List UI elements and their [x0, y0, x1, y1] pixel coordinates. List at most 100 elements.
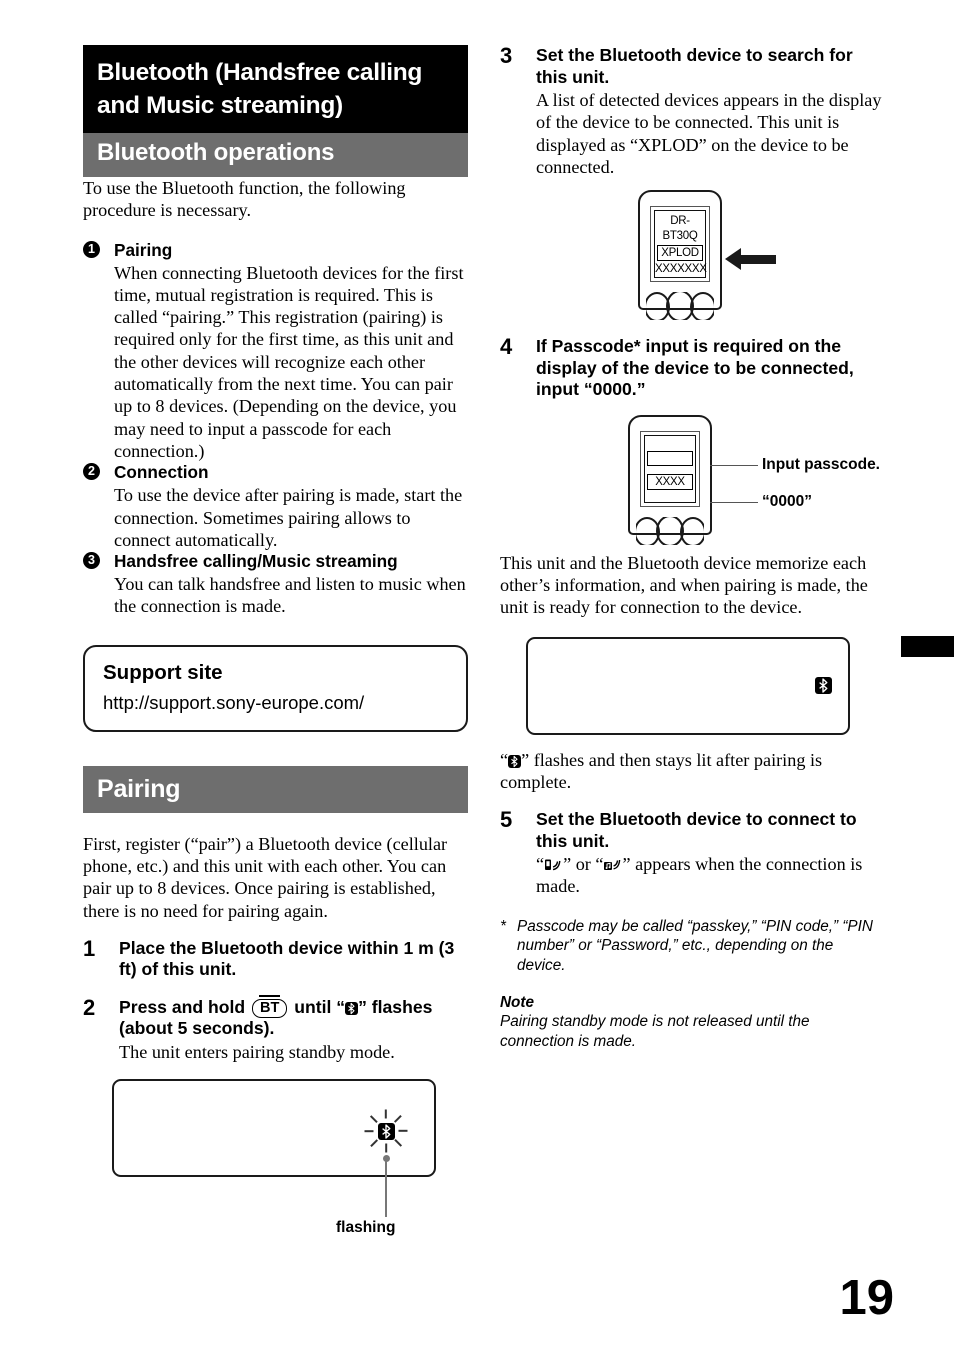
- bt-button-key-icon: BT: [252, 994, 288, 1018]
- step-heading: Place the Bluetooth device within 1 m (3…: [119, 937, 455, 980]
- handsfree-phone-icon: [544, 855, 563, 871]
- pairing-section-bar: Pairing: [83, 765, 468, 813]
- footnote-marker: *: [500, 917, 506, 935]
- step-3: 3 Set the Bluetooth device to search for…: [500, 43, 885, 178]
- step-number: 3: [500, 43, 513, 68]
- callout-line: [385, 1159, 387, 1218]
- phone-keypad: [636, 516, 704, 545]
- step-heading: If Passcode* input is required on the di…: [536, 336, 854, 400]
- step-body: “” or “” appears when the connection is …: [536, 853, 885, 898]
- list-item-heading: Connection: [114, 462, 209, 483]
- support-site-url[interactable]: http://support.sony-europe.com/: [103, 692, 448, 714]
- phone-screen: DR-BT30Q XPLOD XXXXXXX: [650, 206, 710, 283]
- step-heading-before: Press and hold: [119, 996, 246, 1017]
- list-item-heading: Pairing: [114, 239, 173, 260]
- sparkle-ray: [384, 1143, 388, 1153]
- arrow-head: [725, 248, 741, 271]
- step-4-body: This unit and the Bluetooth device memor…: [500, 552, 868, 618]
- intro-paragraph: To use the Bluetooth function, the follo…: [83, 178, 406, 221]
- phone-key: [680, 516, 704, 545]
- list-item-body: When connecting Bluetooth devices for th…: [114, 262, 464, 461]
- pointer-arrow-icon: [725, 248, 776, 271]
- support-site-title: Support site: [103, 660, 223, 684]
- phone-screen-inner: XXXX: [644, 434, 696, 503]
- right-column: 3 Set the Bluetooth device to search for…: [500, 43, 885, 1051]
- music-streaming-icon: [603, 855, 622, 871]
- step-number: 4: [500, 334, 513, 360]
- after-panel-paragraph: “” flashes and then stays lit after pair…: [500, 749, 885, 794]
- circled-number-3-icon: 3: [83, 552, 100, 570]
- sparkle-ray: [369, 1139, 379, 1148]
- step-heading: Press and hold BT until “” flashes (abou…: [119, 994, 468, 1040]
- step-heading: Set the Bluetooth device to connect to t…: [536, 809, 857, 851]
- passcode-callout-1: Input passcode.: [762, 455, 880, 473]
- overview-list: 1 Pairing When connecting Bluetooth devi…: [83, 240, 468, 618]
- sparkle-ray: [393, 1139, 403, 1148]
- glyph-separator: ” or “: [563, 854, 604, 875]
- step-1: 1 Place the Bluetooth device within 1 m …: [83, 935, 468, 981]
- arrow-shaft: [741, 254, 776, 264]
- device-list-entry: DR-BT30Q: [662, 215, 698, 243]
- manual-page: Bluetooth (Handsfree calling and Music s…: [0, 0, 954, 1352]
- step-body: A list of detected devices appears in th…: [536, 90, 882, 177]
- flashing-indicator: flashing: [336, 1107, 410, 1236]
- flashing-label: flashing: [336, 1219, 396, 1237]
- step-2: 2 Press and hold BT until “” flashes (ab…: [83, 994, 468, 1063]
- sparkle-ray: [398, 1130, 408, 1133]
- display-panel-illustration: [526, 636, 850, 735]
- after-panel-text: ” flashes and then stays lit after pairi…: [500, 749, 823, 792]
- pairing-intro-paragraph: First, register (“pair”) a Bluetooth dev…: [83, 833, 448, 921]
- phone-screen: XXXX: [640, 430, 700, 507]
- phone-illustration: DR-BT30Q XPLOD XXXXXXX: [638, 190, 722, 321]
- left-column: Bluetooth (Handsfree calling and Music s…: [83, 45, 468, 1236]
- after-panel-quote-open: “: [500, 749, 509, 770]
- note-text: Pairing standby mode is not released unt…: [500, 1013, 810, 1050]
- passcode-callout-2: “0000”: [762, 492, 812, 510]
- note-heading: Note: [500, 994, 534, 1012]
- list-item-body: You can talk handsfree and listen to mus…: [114, 574, 466, 617]
- sparkle-ray: [369, 1115, 379, 1124]
- sparkle-ray: [393, 1115, 403, 1124]
- quote-open: “: [536, 854, 545, 875]
- list-item: 2 Connection To use the device after pai…: [83, 462, 468, 551]
- circled-number-1-icon: 1: [83, 240, 100, 258]
- sparkle-ray: [384, 1109, 388, 1119]
- step-number: 5: [500, 807, 513, 833]
- page-number: 19: [839, 1271, 894, 1325]
- bluetooth-icon: [508, 754, 522, 768]
- passcode-value-field: XXXX: [647, 473, 693, 490]
- list-item: 1 Pairing When connecting Bluetooth devi…: [83, 240, 468, 463]
- step-heading: Set the Bluetooth device to search for t…: [536, 45, 853, 87]
- device-list-illustration: DR-BT30Q XPLOD XXXXXXX: [500, 188, 885, 336]
- step-body: The unit enters pairing standby mode.: [119, 1041, 395, 1062]
- list-item-heading: Handsfree calling/Music streaming: [114, 551, 398, 572]
- bluetooth-icon: [345, 1001, 359, 1015]
- phone-illustration: XXXX: [628, 414, 712, 545]
- callout-line: [710, 464, 758, 467]
- chapter-title-bar: Bluetooth (Handsfree calling and Music s…: [83, 45, 468, 133]
- device-list-entry: XXXXXXX: [655, 263, 707, 276]
- phone-keypad: [646, 292, 714, 321]
- device-list-selected-entry: XPLOD: [657, 245, 703, 262]
- edge-thumb-tab: [901, 636, 954, 657]
- passcode-illustration: XXXX Input passcode. “0000”: [500, 414, 885, 550]
- list-item-body: To use the device after pairing is made,…: [114, 485, 463, 550]
- step-5: 5 Set the Bluetooth device to connect to…: [500, 807, 885, 898]
- footnote-text: Passcode may be called “passkey,” “PIN c…: [517, 917, 873, 974]
- list-item: 3 Handsfree calling/Music streaming You …: [83, 551, 468, 618]
- phone-screen-inner: DR-BT30Q XPLOD XXXXXXX: [654, 210, 707, 279]
- circled-number-2-icon: 2: [83, 463, 100, 481]
- display-panel-illustration: flashing: [112, 1079, 436, 1236]
- sparkle-ray: [364, 1130, 374, 1133]
- step-number: 2: [83, 994, 96, 1020]
- step-number: 1: [83, 935, 96, 961]
- support-site-box: Support site http://support.sony-europe.…: [83, 644, 468, 732]
- bluetooth-icon: [815, 676, 832, 694]
- step-heading-middle: until “: [294, 996, 346, 1017]
- callout-line: [710, 501, 758, 504]
- phone-key: [690, 292, 714, 321]
- section-title-bar: Bluetooth operations: [83, 133, 468, 177]
- step-4: 4 If Passcode* input is required on the …: [500, 334, 885, 401]
- footnote: * Passcode may be called “passkey,” “PIN…: [500, 917, 885, 976]
- bluetooth-icon: [378, 1123, 395, 1141]
